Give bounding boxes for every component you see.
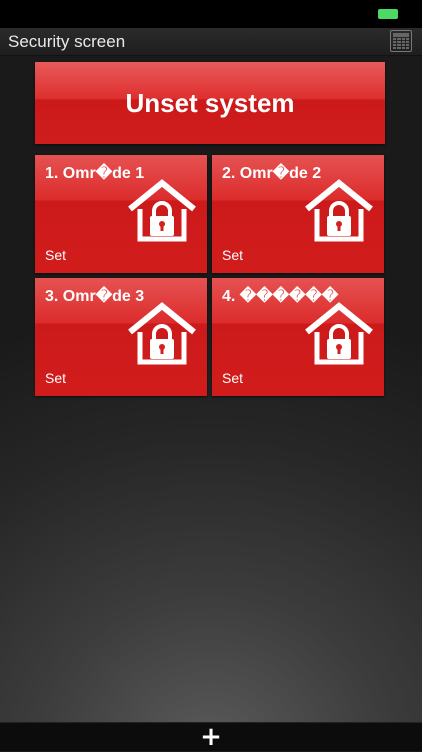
bottom-toolbar: + [0,722,422,751]
add-button[interactable]: + [199,724,223,750]
house-lock-icon [128,179,196,242]
house-lock-icon [305,302,373,365]
nav-bar: Security screen [0,28,422,56]
unset-system-label: Unset system [125,87,295,118]
area-tile-1[interactable]: 1. Omr�de 1 Set [35,155,207,273]
unset-system-button[interactable]: Unset system [35,62,385,144]
battery-icon [378,9,398,19]
keypad-icon[interactable] [390,30,412,52]
area-tile-4[interactable]: 4. ������ Set [212,278,384,396]
area-status: Set [45,370,67,386]
area-status: Set [45,247,67,263]
house-lock-icon [305,179,373,242]
area-status: Set [222,370,244,386]
area-status: Set [222,247,244,263]
area-tile-3[interactable]: 3. Omr�de 3 Set [35,278,207,396]
house-lock-icon [128,302,196,365]
area-tile-2[interactable]: 2. Omr�de 2 Set [212,155,384,273]
page-title: Security screen [8,32,126,51]
status-bar [0,0,422,28]
